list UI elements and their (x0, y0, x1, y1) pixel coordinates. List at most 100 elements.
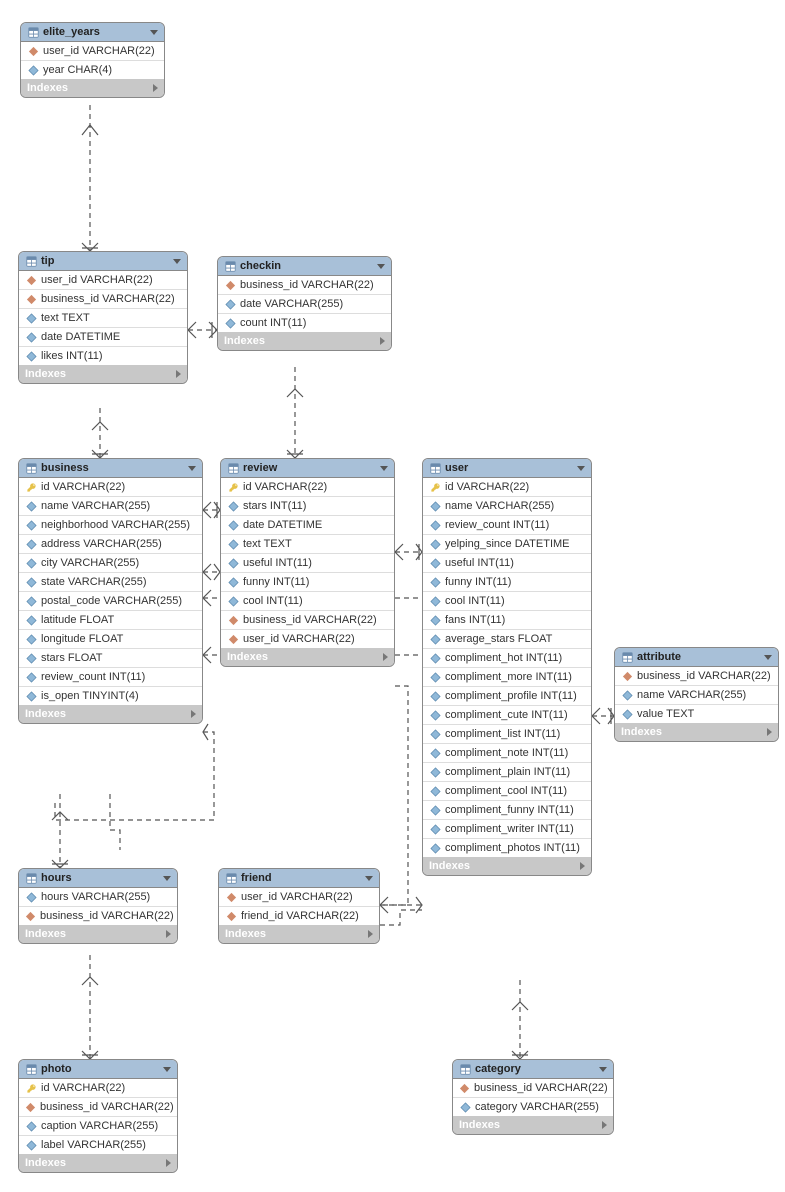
column-row[interactable]: business_id VARCHAR(22) (19, 907, 177, 925)
column-row[interactable]: date DATETIME (19, 328, 187, 347)
column-row[interactable]: compliment_note INT(11) (423, 744, 591, 763)
table-category[interactable]: categorybusiness_id VARCHAR(22)category … (452, 1059, 614, 1135)
table-header[interactable]: photo (19, 1060, 177, 1079)
column-row[interactable]: business_id VARCHAR(22) (221, 611, 394, 630)
indexes-section[interactable]: Indexes (19, 705, 202, 723)
column-row[interactable]: text TEXT (221, 535, 394, 554)
column-row[interactable]: compliment_more INT(11) (423, 668, 591, 687)
indexes-section[interactable]: Indexes (615, 723, 778, 741)
column-row[interactable]: business_id VARCHAR(22) (615, 667, 778, 686)
column-row[interactable]: hours VARCHAR(255) (19, 888, 177, 907)
indexes-section[interactable]: Indexes (218, 332, 391, 350)
column-row[interactable]: cool INT(11) (221, 592, 394, 611)
table-header[interactable]: attribute (615, 648, 778, 667)
column-row[interactable]: year CHAR(4) (21, 61, 164, 79)
table-review[interactable]: reviewid VARCHAR(22)stars INT(11)date DA… (220, 458, 395, 667)
column-row[interactable]: compliment_plain INT(11) (423, 763, 591, 782)
column-row[interactable]: text TEXT (19, 309, 187, 328)
column-row[interactable]: is_open TINYINT(4) (19, 687, 202, 705)
table-elite_years[interactable]: elite_yearsuser_id VARCHAR(22)year CHAR(… (20, 22, 165, 98)
column-row[interactable]: likes INT(11) (19, 347, 187, 365)
column-row[interactable]: compliment_funny INT(11) (423, 801, 591, 820)
column-row[interactable]: id VARCHAR(22) (19, 478, 202, 497)
column-row[interactable]: yelping_since DATETIME (423, 535, 591, 554)
table-header[interactable]: business (19, 459, 202, 478)
column-row[interactable]: address VARCHAR(255) (19, 535, 202, 554)
indexes-section[interactable]: Indexes (19, 1154, 177, 1172)
table-friend[interactable]: frienduser_id VARCHAR(22)friend_id VARCH… (218, 868, 380, 944)
column-row[interactable]: compliment_hot INT(11) (423, 649, 591, 668)
column-row[interactable]: id VARCHAR(22) (221, 478, 394, 497)
column-row[interactable]: business_id VARCHAR(22) (453, 1079, 613, 1098)
indexes-section[interactable]: Indexes (453, 1116, 613, 1134)
indexes-section[interactable]: Indexes (19, 925, 177, 943)
table-header[interactable]: friend (219, 869, 379, 888)
column-row[interactable]: value TEXT (615, 705, 778, 723)
column-row[interactable]: compliment_photos INT(11) (423, 839, 591, 857)
column-row[interactable]: id VARCHAR(22) (19, 1079, 177, 1098)
column-row[interactable]: funny INT(11) (221, 573, 394, 592)
column-text: likes INT(11) (41, 350, 103, 362)
table-header[interactable]: checkin (218, 257, 391, 276)
table-checkin[interactable]: checkinbusiness_id VARCHAR(22)date VARCH… (217, 256, 392, 351)
column-row[interactable]: caption VARCHAR(255) (19, 1117, 177, 1136)
column-row[interactable]: stars FLOAT (19, 649, 202, 668)
column-row[interactable]: funny INT(11) (423, 573, 591, 592)
table-header[interactable]: user (423, 459, 591, 478)
column-row[interactable]: user_id VARCHAR(22) (19, 271, 187, 290)
column-row[interactable]: user_id VARCHAR(22) (219, 888, 379, 907)
column-row[interactable]: business_id VARCHAR(22) (19, 1098, 177, 1117)
table-attribute[interactable]: attributebusiness_id VARCHAR(22)name VAR… (614, 647, 779, 742)
column-text: business_id VARCHAR(22) (40, 1101, 174, 1113)
column-row[interactable]: name VARCHAR(255) (615, 686, 778, 705)
column-row[interactable]: useful INT(11) (423, 554, 591, 573)
column-row[interactable]: neighborhood VARCHAR(255) (19, 516, 202, 535)
column-row[interactable]: count INT(11) (218, 314, 391, 332)
indexes-section[interactable]: Indexes (21, 79, 164, 97)
indexes-section[interactable]: Indexes (219, 925, 379, 943)
column-row[interactable]: latitude FLOAT (19, 611, 202, 630)
column-row[interactable]: compliment_profile INT(11) (423, 687, 591, 706)
table-business[interactable]: businessid VARCHAR(22)name VARCHAR(255)n… (18, 458, 203, 724)
column-row[interactable]: state VARCHAR(255) (19, 573, 202, 592)
column-row[interactable]: user_id VARCHAR(22) (221, 630, 394, 648)
column-row[interactable]: review_count INT(11) (423, 516, 591, 535)
column-row[interactable]: business_id VARCHAR(22) (218, 276, 391, 295)
indexes-section[interactable]: Indexes (423, 857, 591, 875)
table-photo[interactable]: photoid VARCHAR(22) business_id VARCHAR(2… (18, 1059, 178, 1173)
column-row[interactable]: category VARCHAR(255) (453, 1098, 613, 1116)
table-header[interactable]: category (453, 1060, 613, 1079)
column-row[interactable]: id VARCHAR(22) (423, 478, 591, 497)
table-hours[interactable]: hourshours VARCHAR(255)business_id VARCH… (18, 868, 178, 944)
column-row[interactable]: cool INT(11) (423, 592, 591, 611)
column-row[interactable]: postal_code VARCHAR(255) (19, 592, 202, 611)
column-row[interactable]: date DATETIME (221, 516, 394, 535)
table-header[interactable]: hours (19, 869, 177, 888)
table-header[interactable]: tip (19, 252, 187, 271)
indexes-section[interactable]: Indexes (19, 365, 187, 383)
column-row[interactable]: name VARCHAR(255) (423, 497, 591, 516)
column-row[interactable]: average_stars FLOAT (423, 630, 591, 649)
column-row[interactable]: label VARCHAR(255) (19, 1136, 177, 1154)
column-row[interactable]: compliment_writer INT(11) (423, 820, 591, 839)
column-row[interactable]: useful INT(11) (221, 554, 394, 573)
column-row[interactable]: city VARCHAR(255) (19, 554, 202, 573)
column-row[interactable]: review_count INT(11) (19, 668, 202, 687)
column-row[interactable]: longitude FLOAT (19, 630, 202, 649)
table-tip[interactable]: tipuser_id VARCHAR(22)business_id VARCHA… (18, 251, 188, 384)
table-header[interactable]: elite_years (21, 23, 164, 42)
column-row[interactable]: compliment_list INT(11) (423, 725, 591, 744)
column-row[interactable]: compliment_cute INT(11) (423, 706, 591, 725)
column-row[interactable]: business_id VARCHAR(22) (19, 290, 187, 309)
indexes-section[interactable]: Indexes (221, 648, 394, 666)
column-row[interactable]: compliment_cool INT(11) (423, 782, 591, 801)
column-row[interactable]: stars INT(11) (221, 497, 394, 516)
column-row[interactable]: friend_id VARCHAR(22) (219, 907, 379, 925)
column-row[interactable]: name VARCHAR(255) (19, 497, 202, 516)
column-text: text TEXT (243, 538, 292, 550)
column-row[interactable]: date VARCHAR(255) (218, 295, 391, 314)
table-header[interactable]: review (221, 459, 394, 478)
table-user[interactable]: userid VARCHAR(22)name VARCHAR(255)revie… (422, 458, 592, 876)
column-row[interactable]: user_id VARCHAR(22) (21, 42, 164, 61)
column-row[interactable]: fans INT(11) (423, 611, 591, 630)
